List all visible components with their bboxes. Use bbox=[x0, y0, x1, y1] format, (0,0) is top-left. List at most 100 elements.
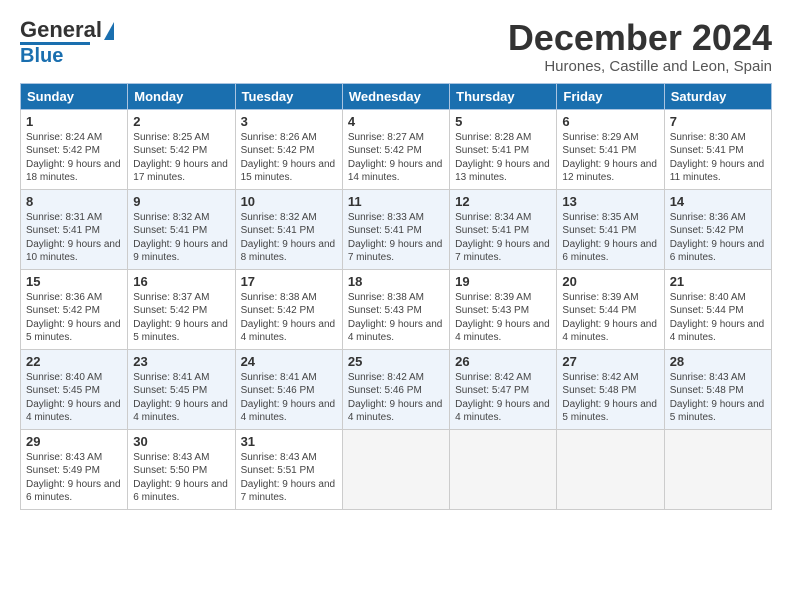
header-row: Sunday Monday Tuesday Wednesday Thursday… bbox=[21, 83, 772, 109]
sunrise-label: Sunrise: 8:43 AM bbox=[133, 452, 209, 463]
sunrise-label: Sunrise: 8:37 AM bbox=[133, 292, 209, 303]
table-row: 11 Sunrise: 8:33 AM Sunset: 5:41 PM Dayl… bbox=[342, 189, 449, 269]
week-row-3: 15 Sunrise: 8:36 AM Sunset: 5:42 PM Dayl… bbox=[21, 269, 772, 349]
daylight-label: Daylight: 9 hours and 6 minutes. bbox=[562, 239, 657, 264]
sunset-label: Sunset: 5:41 PM bbox=[562, 225, 636, 236]
sunrise-label: Sunrise: 8:25 AM bbox=[133, 132, 209, 143]
day-number: 19 bbox=[455, 274, 551, 289]
table-row: 26 Sunrise: 8:42 AM Sunset: 5:47 PM Dayl… bbox=[450, 349, 557, 429]
daylight-label: Daylight: 9 hours and 8 minutes. bbox=[241, 239, 336, 264]
table-row: 1 Sunrise: 8:24 AM Sunset: 5:42 PM Dayli… bbox=[21, 109, 128, 189]
table-row: 20 Sunrise: 8:39 AM Sunset: 5:44 PM Dayl… bbox=[557, 269, 664, 349]
table-row: 13 Sunrise: 8:35 AM Sunset: 5:41 PM Dayl… bbox=[557, 189, 664, 269]
logo-text: General bbox=[20, 18, 114, 42]
sunset-label: Sunset: 5:42 PM bbox=[241, 305, 315, 316]
sunrise-label: Sunrise: 8:34 AM bbox=[455, 212, 531, 223]
daylight-label: Daylight: 9 hours and 6 minutes. bbox=[670, 239, 765, 264]
table-row: 27 Sunrise: 8:42 AM Sunset: 5:48 PM Dayl… bbox=[557, 349, 664, 429]
daylight-label: Daylight: 9 hours and 4 minutes. bbox=[241, 399, 336, 424]
daylight-label: Daylight: 9 hours and 4 minutes. bbox=[241, 319, 336, 344]
daylight-label: Daylight: 9 hours and 7 minutes. bbox=[241, 479, 336, 504]
sunset-label: Sunset: 5:45 PM bbox=[26, 385, 100, 396]
sunset-label: Sunset: 5:50 PM bbox=[133, 465, 207, 476]
logo-blue: Blue bbox=[20, 45, 63, 67]
day-number: 29 bbox=[26, 434, 122, 449]
col-monday: Monday bbox=[128, 83, 235, 109]
table-row: 28 Sunrise: 8:43 AM Sunset: 5:48 PM Dayl… bbox=[664, 349, 771, 429]
table-row: 8 Sunrise: 8:31 AM Sunset: 5:41 PM Dayli… bbox=[21, 189, 128, 269]
sunrise-label: Sunrise: 8:33 AM bbox=[348, 212, 424, 223]
table-row: 9 Sunrise: 8:32 AM Sunset: 5:41 PM Dayli… bbox=[128, 189, 235, 269]
daylight-label: Daylight: 9 hours and 6 minutes. bbox=[26, 479, 121, 504]
sunrise-label: Sunrise: 8:42 AM bbox=[455, 372, 531, 383]
sunrise-label: Sunrise: 8:30 AM bbox=[670, 132, 746, 143]
table-row: 22 Sunrise: 8:40 AM Sunset: 5:45 PM Dayl… bbox=[21, 349, 128, 429]
day-number: 12 bbox=[455, 194, 551, 209]
sunrise-label: Sunrise: 8:42 AM bbox=[562, 372, 638, 383]
table-row: 19 Sunrise: 8:39 AM Sunset: 5:43 PM Dayl… bbox=[450, 269, 557, 349]
day-number: 30 bbox=[133, 434, 229, 449]
sunrise-label: Sunrise: 8:36 AM bbox=[26, 292, 102, 303]
sunrise-label: Sunrise: 8:43 AM bbox=[670, 372, 746, 383]
sunrise-label: Sunrise: 8:38 AM bbox=[241, 292, 317, 303]
sunset-label: Sunset: 5:42 PM bbox=[133, 145, 207, 156]
col-friday: Friday bbox=[557, 83, 664, 109]
day-number: 1 bbox=[26, 114, 122, 129]
table-row: 6 Sunrise: 8:29 AM Sunset: 5:41 PM Dayli… bbox=[557, 109, 664, 189]
daylight-label: Daylight: 9 hours and 10 minutes. bbox=[26, 239, 121, 264]
sunset-label: Sunset: 5:41 PM bbox=[670, 145, 744, 156]
table-row: 18 Sunrise: 8:38 AM Sunset: 5:43 PM Dayl… bbox=[342, 269, 449, 349]
day-number: 24 bbox=[241, 354, 337, 369]
daylight-label: Daylight: 9 hours and 4 minutes. bbox=[670, 319, 765, 344]
sunset-label: Sunset: 5:41 PM bbox=[241, 225, 315, 236]
day-number: 8 bbox=[26, 194, 122, 209]
day-number: 27 bbox=[562, 354, 658, 369]
table-row: 3 Sunrise: 8:26 AM Sunset: 5:42 PM Dayli… bbox=[235, 109, 342, 189]
sunrise-label: Sunrise: 8:27 AM bbox=[348, 132, 424, 143]
table-row: 31 Sunrise: 8:43 AM Sunset: 5:51 PM Dayl… bbox=[235, 429, 342, 509]
table-row: 23 Sunrise: 8:41 AM Sunset: 5:45 PM Dayl… bbox=[128, 349, 235, 429]
day-number: 14 bbox=[670, 194, 766, 209]
col-wednesday: Wednesday bbox=[342, 83, 449, 109]
sunset-label: Sunset: 5:42 PM bbox=[670, 225, 744, 236]
month-title: December 2024 bbox=[508, 18, 772, 58]
table-row: 14 Sunrise: 8:36 AM Sunset: 5:42 PM Dayl… bbox=[664, 189, 771, 269]
daylight-label: Daylight: 9 hours and 13 minutes. bbox=[455, 159, 550, 184]
sunset-label: Sunset: 5:42 PM bbox=[26, 145, 100, 156]
col-thursday: Thursday bbox=[450, 83, 557, 109]
sunset-label: Sunset: 5:44 PM bbox=[562, 305, 636, 316]
week-row-5: 29 Sunrise: 8:43 AM Sunset: 5:49 PM Dayl… bbox=[21, 429, 772, 509]
sunset-label: Sunset: 5:43 PM bbox=[455, 305, 529, 316]
sunrise-label: Sunrise: 8:32 AM bbox=[133, 212, 209, 223]
day-number: 7 bbox=[670, 114, 766, 129]
sunrise-label: Sunrise: 8:31 AM bbox=[26, 212, 102, 223]
day-number: 10 bbox=[241, 194, 337, 209]
day-number: 2 bbox=[133, 114, 229, 129]
sunset-label: Sunset: 5:47 PM bbox=[455, 385, 529, 396]
table-row: 7 Sunrise: 8:30 AM Sunset: 5:41 PM Dayli… bbox=[664, 109, 771, 189]
day-number: 17 bbox=[241, 274, 337, 289]
sunrise-label: Sunrise: 8:35 AM bbox=[562, 212, 638, 223]
day-number: 11 bbox=[348, 194, 444, 209]
table-row: 2 Sunrise: 8:25 AM Sunset: 5:42 PM Dayli… bbox=[128, 109, 235, 189]
sunrise-label: Sunrise: 8:42 AM bbox=[348, 372, 424, 383]
daylight-label: Daylight: 9 hours and 4 minutes. bbox=[348, 399, 443, 424]
col-sunday: Sunday bbox=[21, 83, 128, 109]
sunset-label: Sunset: 5:48 PM bbox=[562, 385, 636, 396]
sunset-label: Sunset: 5:43 PM bbox=[348, 305, 422, 316]
week-row-4: 22 Sunrise: 8:40 AM Sunset: 5:45 PM Dayl… bbox=[21, 349, 772, 429]
subtitle: Hurones, Castille and Leon, Spain bbox=[508, 58, 772, 75]
sunrise-label: Sunrise: 8:36 AM bbox=[670, 212, 746, 223]
daylight-label: Daylight: 9 hours and 5 minutes. bbox=[670, 399, 765, 424]
table-row: 5 Sunrise: 8:28 AM Sunset: 5:41 PM Dayli… bbox=[450, 109, 557, 189]
col-tuesday: Tuesday bbox=[235, 83, 342, 109]
table-row: 15 Sunrise: 8:36 AM Sunset: 5:42 PM Dayl… bbox=[21, 269, 128, 349]
table-row: 30 Sunrise: 8:43 AM Sunset: 5:50 PM Dayl… bbox=[128, 429, 235, 509]
day-number: 6 bbox=[562, 114, 658, 129]
day-number: 21 bbox=[670, 274, 766, 289]
table-row: 25 Sunrise: 8:42 AM Sunset: 5:46 PM Dayl… bbox=[342, 349, 449, 429]
daylight-label: Daylight: 9 hours and 4 minutes. bbox=[455, 319, 550, 344]
table-row: 24 Sunrise: 8:41 AM Sunset: 5:46 PM Dayl… bbox=[235, 349, 342, 429]
table-row: 4 Sunrise: 8:27 AM Sunset: 5:42 PM Dayli… bbox=[342, 109, 449, 189]
week-row-1: 1 Sunrise: 8:24 AM Sunset: 5:42 PM Dayli… bbox=[21, 109, 772, 189]
